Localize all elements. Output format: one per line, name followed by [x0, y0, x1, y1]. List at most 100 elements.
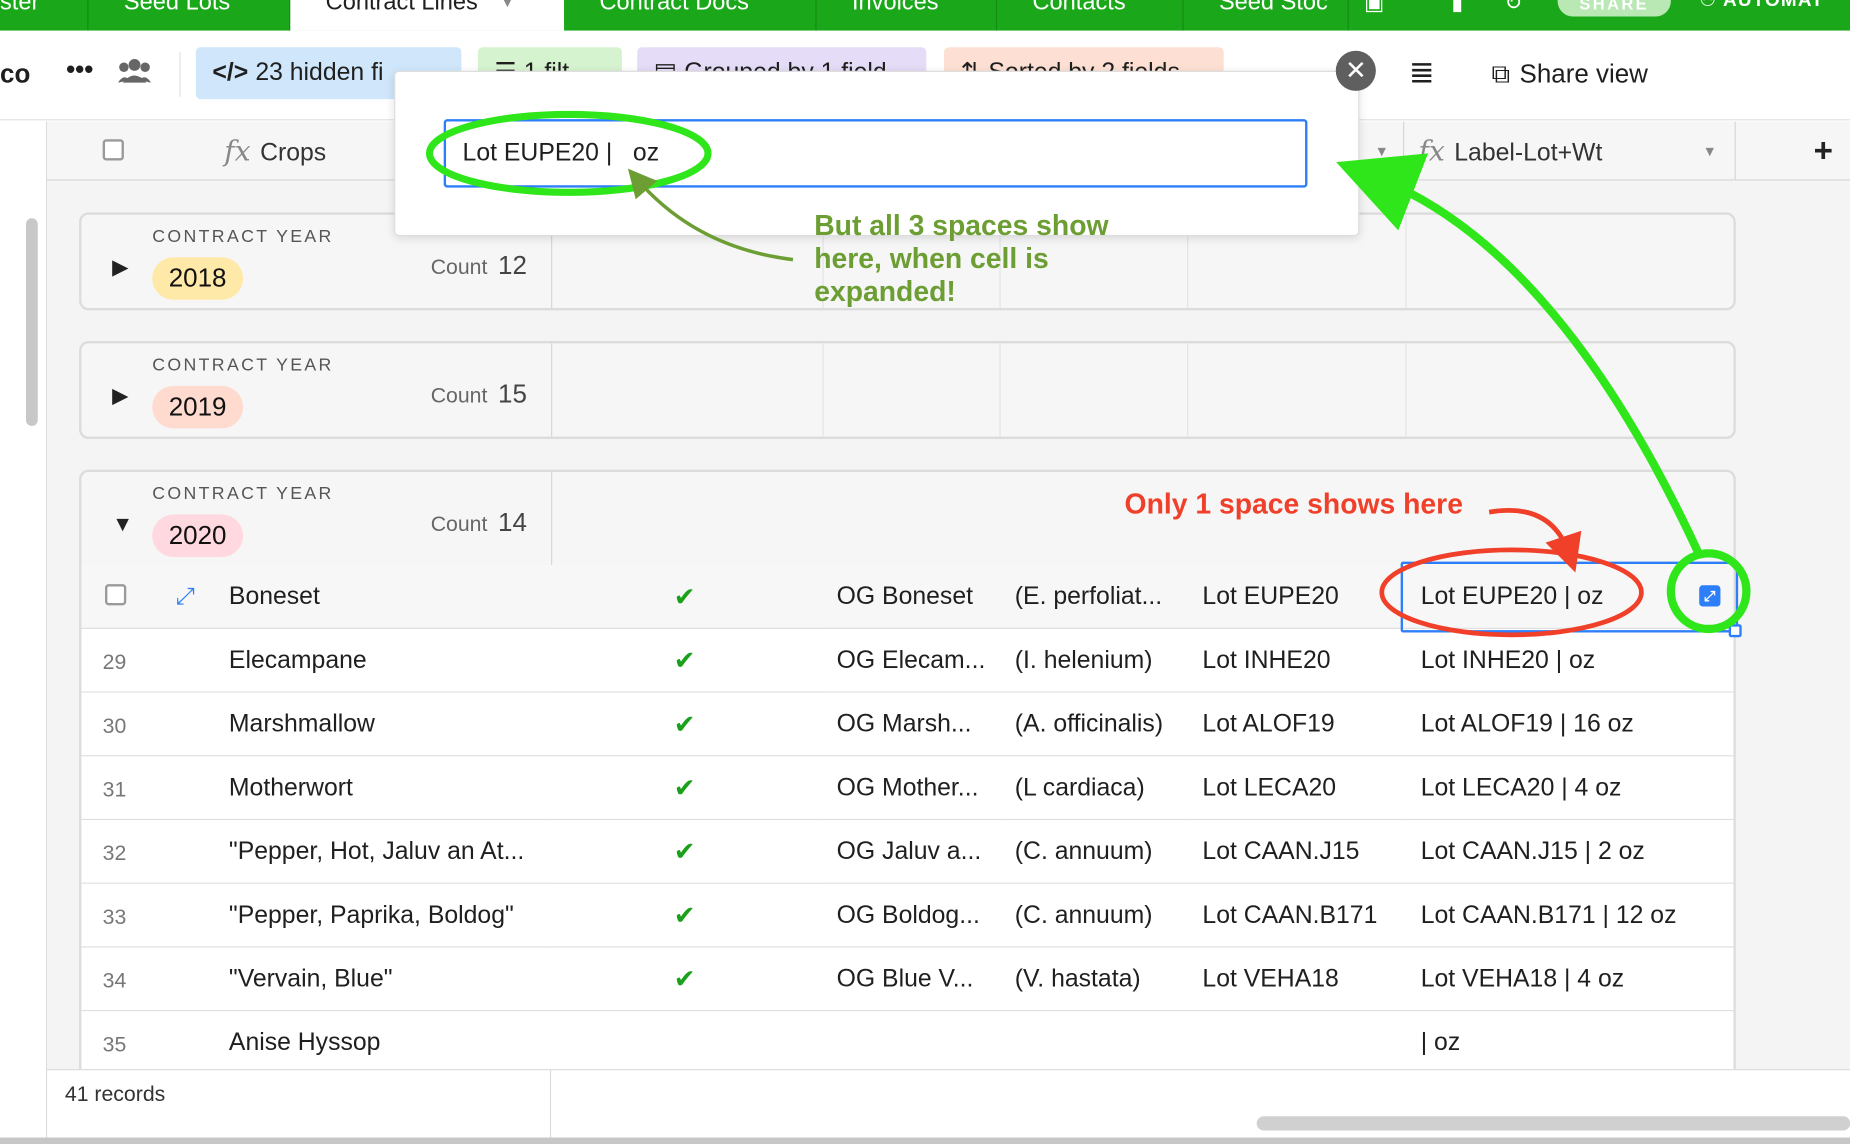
collapse-group-icon[interactable]: ▼: [112, 512, 133, 537]
table-row[interactable]: 33 "Pepper, Paprika, Boldog" ✔ OG Boldog...…: [81, 883, 1734, 948]
vertical-scrollbar[interactable]: [25, 218, 38, 426]
table-row[interactable]: 35 Anise Hyssop | oz: [81, 1011, 1734, 1070]
cell-latin-name[interactable]: (E. perfoliat...: [1015, 565, 1183, 629]
cell-lot[interactable]: Lot CAAN.B171: [1202, 884, 1400, 948]
cell-lot[interactable]: Lot LECA20: [1202, 756, 1400, 820]
horizontal-scrollbar[interactable]: [1256, 1116, 1850, 1131]
count-value: 14: [498, 507, 527, 537]
expand-group-icon[interactable]: ▶: [112, 383, 128, 408]
expand-record-icon[interactable]: ⤢: [176, 565, 195, 629]
cell-latin-name[interactable]: (I. helenium): [1015, 629, 1183, 693]
cell-label-lot-wt[interactable]: Lot CAAN.B171 | 12 oz: [1421, 884, 1704, 948]
cell-latin-name[interactable]: (V. hastata): [1015, 948, 1183, 1012]
cell-label-lot-wt[interactable]: Lot CAAN.J15 | 2 oz: [1421, 820, 1704, 884]
cell-og-name[interactable]: OG Boneset: [837, 565, 993, 629]
cell-crop[interactable]: Marshmallow: [229, 693, 545, 757]
row-checkbox[interactable]: [105, 584, 127, 606]
tab-seed-stock[interactable]: Seed Stoc: [1184, 0, 1349, 31]
checkmark-icon[interactable]: ✔: [674, 645, 696, 676]
row-number: 30: [102, 713, 127, 738]
column-header-label-lot-wt[interactable]: fx Label-Lot+Wt: [1418, 122, 1602, 181]
selected-cell-outline[interactable]: [1400, 561, 1739, 633]
cell-label-lot-wt[interactable]: Lot LECA20 | 4 oz: [1421, 756, 1704, 820]
share-view-button[interactable]: ⧉ Share view: [1492, 59, 1648, 90]
cell-og-name[interactable]: OG Blue V...: [837, 948, 993, 1012]
cell-latin-name[interactable]: [1015, 1011, 1183, 1069]
cell-crop[interactable]: "Pepper, Hot, Jaluv an At...: [229, 820, 545, 884]
cell-label-lot-wt[interactable]: Lot ALOF19 | 16 oz: [1421, 693, 1704, 757]
history-icon[interactable]: ↻: [1504, 0, 1522, 15]
table-row[interactable]: 29 Elecampane ✔ OG Elecam... (I. helenium) Lo…: [81, 628, 1734, 693]
cell-og-name[interactable]: OG Boldog...: [837, 884, 993, 948]
cell-og-name[interactable]: OG Marsh...: [837, 693, 993, 757]
checkmark-icon[interactable]: ✔: [674, 837, 696, 868]
cell-crop[interactable]: "Pepper, Paprika, Boldog": [229, 884, 545, 948]
group-header-2019[interactable]: ▶ CONTRACT YEAR 2019 Count 15: [79, 341, 1736, 439]
table-row[interactable]: 30 Marshmallow ✔ OG Marsh... (A. officinalis…: [81, 692, 1734, 757]
cell-label-lot-wt[interactable]: Lot INHE20 | oz: [1421, 629, 1704, 693]
more-options-icon[interactable]: •••: [66, 54, 93, 85]
expand-cell-icon[interactable]: ⤢: [1699, 585, 1721, 607]
cell-lot[interactable]: [1202, 1011, 1400, 1069]
cell-crop[interactable]: Anise Hyssop: [229, 1011, 545, 1069]
tab-contract-lines-label: Contract Lines: [325, 0, 478, 16]
chevron-down-icon[interactable]: ▼: [501, 0, 514, 10]
group-header-2020[interactable]: ▼ CONTRACT YEAR 2020 Count 14: [79, 469, 1736, 568]
cell-lot[interactable]: Lot INHE20: [1202, 629, 1400, 693]
checkmark-icon[interactable]: ✔: [674, 964, 696, 995]
add-field-button[interactable]: +: [1814, 122, 1833, 181]
checkmark-icon[interactable]: ✔: [674, 582, 696, 613]
tab-contract-lines[interactable]: Contract Lines ▼: [290, 0, 565, 31]
cell-label-lot-wt[interactable]: Lot VEHA18 | 4 oz: [1421, 948, 1704, 1012]
cell-crop[interactable]: "Vervain, Blue": [229, 948, 545, 1012]
cell-latin-name[interactable]: (C. annuum): [1015, 884, 1183, 948]
table-row[interactable]: 31 Motherwort ✔ OG Mother... (L cardiaca) Lot…: [81, 756, 1734, 821]
automations-button[interactable]: ⚇ AUTOMAT: [1699, 0, 1824, 12]
cell-latin-name[interactable]: (C. annuum): [1015, 820, 1183, 884]
cell-lot[interactable]: Lot EUPE20: [1202, 565, 1400, 629]
chevron-down-icon[interactable]: ▼: [1375, 122, 1389, 181]
cell-crop[interactable]: Elecampane: [229, 629, 545, 693]
cell-og-name[interactable]: OG Elecam...: [837, 629, 993, 693]
checkmark-icon[interactable]: ✔: [674, 709, 696, 740]
select-all-checkbox[interactable]: [102, 139, 124, 161]
count-label: Count: [430, 512, 488, 536]
cell-label-lot-wt[interactable]: | oz: [1421, 1011, 1704, 1069]
share-button[interactable]: SHARE: [1557, 0, 1671, 17]
table-row[interactable]: 34 "Vervain, Blue" ✔ OG Blue V... (V. hastat…: [81, 947, 1734, 1012]
collaborators-icon[interactable]: [117, 57, 152, 92]
table-row[interactable]: 32 "Pepper, Hot, Jaluv an At... ✔ OG Jaluv …: [81, 820, 1734, 884]
annotation-red-text: Only 1 space shows here: [1124, 488, 1463, 521]
close-icon[interactable]: ✕: [1335, 50, 1376, 91]
view-name[interactable]: co: [0, 59, 30, 90]
cell-latin-name[interactable]: (L cardiaca): [1015, 756, 1183, 820]
tab-contacts[interactable]: Contacts: [997, 0, 1184, 31]
expanded-cell-input[interactable]: Lot EUPE20 | oz: [443, 119, 1308, 188]
row-height-icon[interactable]: ≣: [1409, 54, 1435, 91]
fill-handle[interactable]: [1728, 624, 1742, 638]
cell-og-name[interactable]: [837, 1011, 993, 1069]
tab-seed-lots[interactable]: Seed Lots: [88, 0, 291, 31]
cell-lot[interactable]: Lot VEHA18: [1202, 948, 1400, 1012]
share-view-label: Share view: [1519, 58, 1648, 89]
chevron-down-icon[interactable]: ▼: [1703, 122, 1717, 181]
cell-og-name[interactable]: OG Mother...: [837, 756, 993, 820]
checkmark-icon[interactable]: ✔: [674, 900, 696, 931]
expand-group-icon[interactable]: ▶: [112, 255, 128, 280]
tab-invoices[interactable]: Invoices: [817, 0, 998, 31]
cell-crop[interactable]: Boneset: [229, 565, 545, 629]
cell-crop[interactable]: Motherwort: [229, 756, 545, 820]
add-table-icon[interactable]: ▣: [1364, 0, 1384, 15]
left-strip: [0, 121, 48, 1144]
checkmark-icon[interactable]: ✔: [674, 773, 696, 804]
cell-latin-name[interactable]: (A. officinalis): [1015, 693, 1183, 757]
cell-og-name[interactable]: OG Jaluv a...: [837, 820, 993, 884]
row-number: 33: [102, 905, 127, 929]
cell-lot[interactable]: Lot CAAN.J15: [1202, 820, 1400, 884]
tab-roster[interactable]: ster: [0, 0, 89, 31]
cell-lot[interactable]: Lot ALOF19: [1202, 693, 1400, 757]
tab-contract-docs[interactable]: Contract Docs: [564, 0, 817, 31]
notifications-icon[interactable]: ▮: [1451, 0, 1463, 15]
column-header-crops-label: Crops: [260, 139, 327, 167]
column-header-crops[interactable]: fx Crops: [224, 122, 326, 181]
